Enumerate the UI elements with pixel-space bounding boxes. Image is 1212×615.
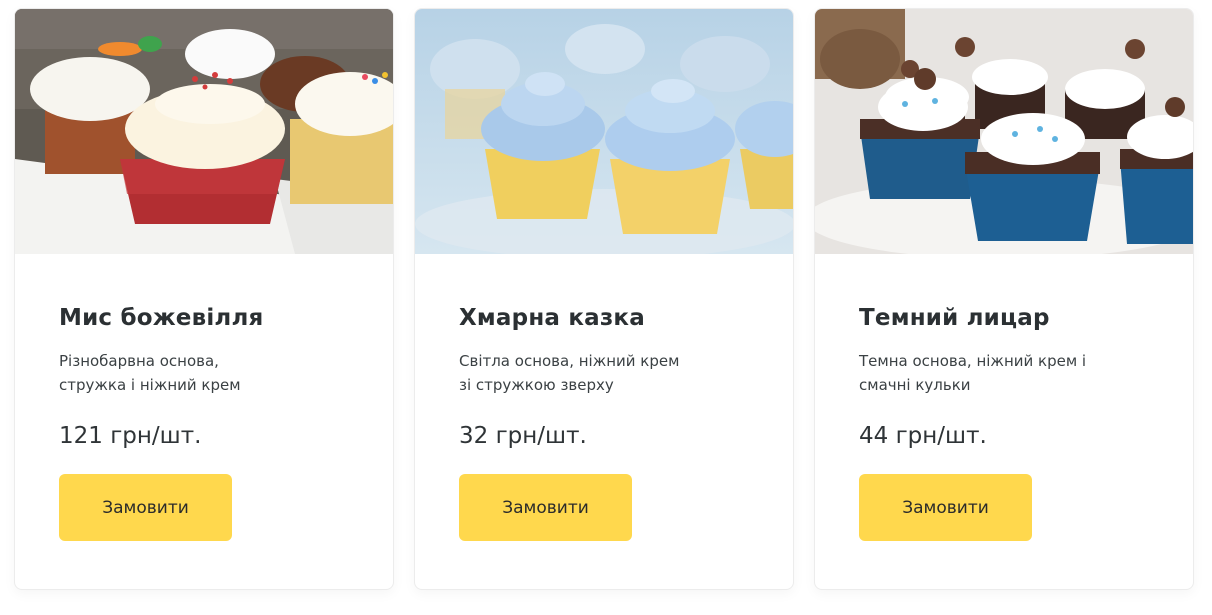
product-description-line: стружка і ніжний крем <box>59 376 241 394</box>
product-card: Темний лицар Темна основа, ніжний крем і… <box>814 8 1194 590</box>
product-description-line: Темна основа, ніжний крем і <box>859 352 1087 370</box>
product-title: Хмарна казка <box>459 305 645 331</box>
product-card-list: Мис божевілля Різнобарвна основа, стружк… <box>14 8 1195 590</box>
product-card: Мис божевілля Різнобарвна основа, стружк… <box>14 8 394 590</box>
blue-cream-cupcakes-photo <box>415 9 793 254</box>
chocolate-cupcakes-photo <box>815 9 1193 254</box>
product-description-line: Різнобарвна основа, <box>59 352 219 370</box>
order-button[interactable]: Замовити <box>59 474 232 541</box>
product-description-line: Світла основа, ніжний крем <box>459 352 680 370</box>
product-price: 44 грн/шт. <box>859 423 987 449</box>
product-price: 121 грн/шт. <box>59 423 202 449</box>
product-description: Темна основа, ніжний крем і смачні кульк… <box>859 349 1159 397</box>
product-title: Мис божевілля <box>59 305 264 331</box>
product-description-line: зі стружкою зверху <box>459 376 614 394</box>
order-button[interactable]: Замовити <box>859 474 1032 541</box>
product-title: Темний лицар <box>859 305 1050 331</box>
product-price: 32 грн/шт. <box>459 423 587 449</box>
product-description: Різнобарвна основа, стружка і ніжний кре… <box>59 349 359 397</box>
colorful-cupcakes-photo <box>15 9 393 254</box>
product-description-line: смачні кульки <box>859 376 971 394</box>
product-card: Хмарна казка Світла основа, ніжний крем … <box>414 8 794 590</box>
order-button[interactable]: Замовити <box>459 474 632 541</box>
product-description: Світла основа, ніжний крем зі стружкою з… <box>459 349 759 397</box>
